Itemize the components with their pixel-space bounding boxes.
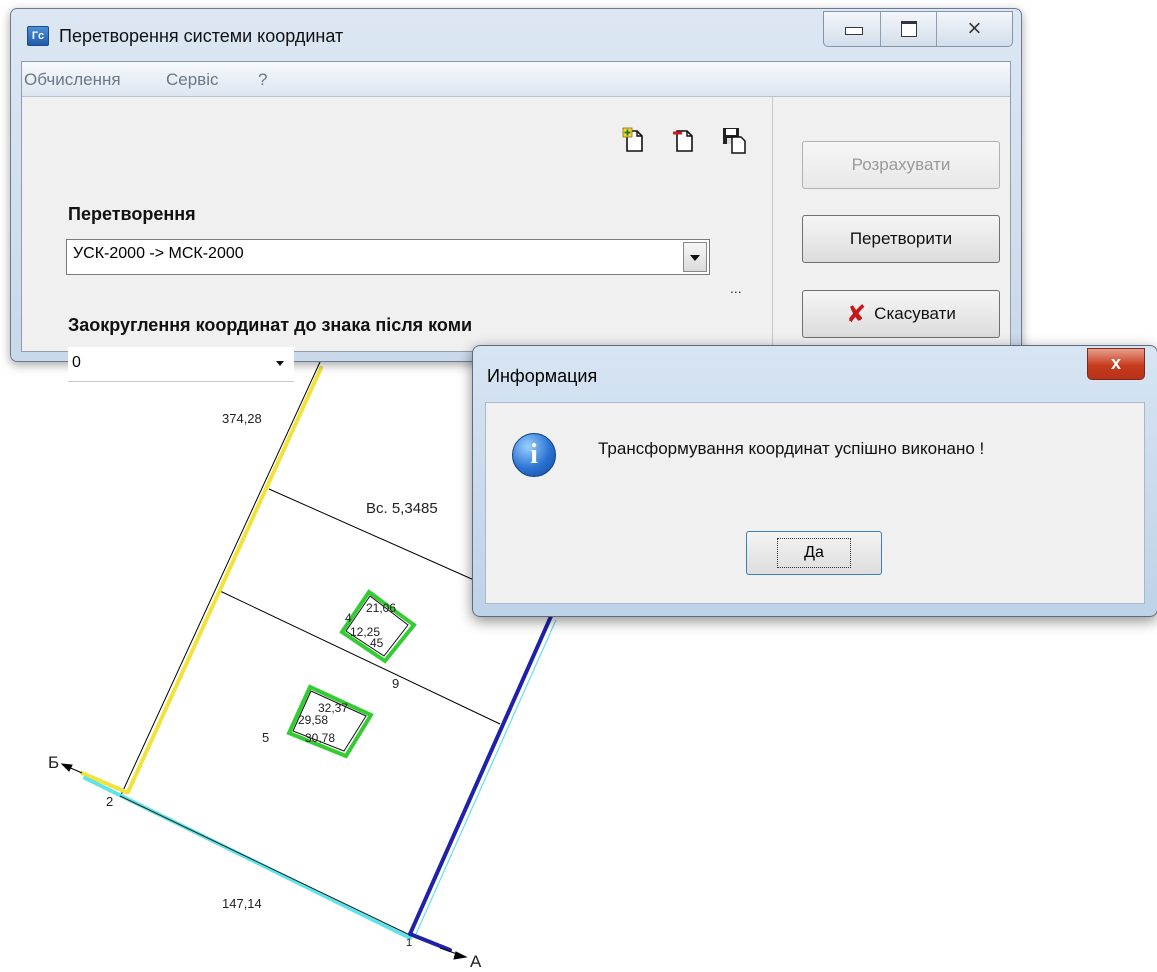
coordinate-transform-window: Гс Перетворення системи координат ⨯ Обчи…: [10, 8, 1022, 382]
settings-pane: Перетворення УСК-2000 -> МСК-2000 ... За…: [22, 97, 762, 382]
blue-boundary: [408, 932, 452, 952]
dialog-title: Информация: [487, 366, 598, 386]
label-point-9: 9: [392, 676, 399, 691]
ok-button[interactable]: Да: [746, 531, 882, 575]
add-file-icon[interactable]: [622, 125, 646, 155]
label-plot1-b: 4: [345, 611, 352, 625]
app-icon: Гс: [27, 26, 49, 46]
maximize-button[interactable]: [881, 12, 938, 46]
label-plot2-b: 29,58: [298, 713, 328, 727]
label-point-5: 5: [262, 730, 269, 745]
close-button[interactable]: ⨯: [937, 12, 1012, 46]
boundary-black-edge: [119, 795, 413, 937]
info-icon: i: [512, 433, 556, 477]
menu-service[interactable]: Сервіс: [166, 70, 219, 90]
dialog-message: Трансформування координат успішно викона…: [598, 439, 985, 458]
arrow-a-head: [453, 951, 468, 960]
label-length-bottom: 147,14: [222, 896, 262, 911]
label-point-2: 2: [106, 794, 113, 809]
close-icon: ⨯: [966, 18, 983, 39]
label-plot1-d: 45: [370, 636, 384, 650]
label-point-1: 1: [406, 937, 412, 949]
dialog-close-button[interactable]: x: [1087, 348, 1145, 380]
rounding-label: Заокруглення координат до знака після ко…: [68, 315, 473, 335]
label-area: Вс. 5,3485: [366, 500, 438, 517]
rounding-select[interactable]: 0: [68, 347, 294, 382]
more-options-button[interactable]: ...: [730, 280, 742, 296]
convert-button-label: Перетворити: [849, 229, 953, 248]
chevron-down-icon[interactable]: [683, 242, 707, 272]
transform-value: УСК-2000 -> МСК-2000: [73, 245, 244, 262]
remove-file-icon[interactable]: [672, 125, 696, 155]
menu-help[interactable]: ?: [258, 70, 267, 90]
convert-button[interactable]: Перетворити: [802, 215, 1000, 263]
label-corner-a: А: [470, 952, 482, 971]
cyan-boundary: [83, 776, 412, 940]
window-title: Перетворення системи координат: [59, 26, 344, 46]
minimize-button[interactable]: [824, 12, 881, 46]
label-plot2-c: 30,78: [305, 731, 335, 745]
transform-select[interactable]: УСК-2000 -> МСК-2000: [66, 239, 710, 275]
rounding-value: 0: [72, 354, 81, 371]
save-icon[interactable]: [722, 125, 746, 155]
info-dialog: Информация x i Трансформування координат…: [472, 345, 1157, 617]
title-bar[interactable]: Гс Перетворення системи координат ⨯: [11, 9, 1021, 59]
calculate-button[interactable]: Розрахувати: [802, 141, 1000, 189]
calculate-button-label: Розрахувати: [851, 155, 951, 174]
cancel-button[interactable]: ✘ Скасувати: [802, 290, 1000, 338]
label-plot1-a: 21,06: [366, 601, 396, 615]
ok-button-label: Да: [777, 538, 851, 568]
menu-calculation[interactable]: Обчислення: [24, 70, 121, 90]
cancel-button-label: Скасувати: [874, 304, 956, 323]
menu-bar: Обчислення Сервіс ?: [22, 62, 1010, 97]
cancel-x-icon: ✘: [846, 300, 867, 328]
caption-buttons: ⨯: [823, 11, 1013, 47]
label-corner-b: Б: [48, 753, 59, 772]
label-length-left: 374,28: [222, 411, 262, 426]
dialog-body: i Трансформування координат успішно вико…: [485, 402, 1145, 604]
blue-boundary: [408, 612, 554, 936]
arrow-b-head: [60, 763, 73, 772]
transform-label: Перетворення: [68, 204, 196, 224]
chevron-down-icon[interactable]: [276, 361, 284, 366]
close-icon: x: [1110, 353, 1121, 373]
window-client: Обчислення Сервіс ? Перетворення УСК-200…: [21, 61, 1011, 382]
blue-boundary-edge: [415, 619, 557, 935]
